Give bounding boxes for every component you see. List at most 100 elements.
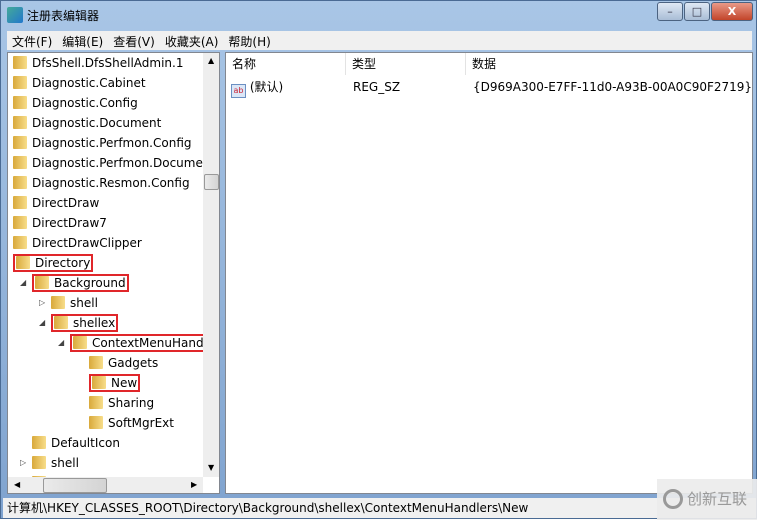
tree-item[interactable]: ◢ContextMenuHandle xyxy=(70,333,217,353)
minimize-button[interactable]: – xyxy=(657,2,683,21)
tree-item-label: shell xyxy=(51,456,79,470)
watermark-logo: 创新互联 xyxy=(657,479,757,520)
folder-icon xyxy=(16,256,30,269)
column-header-type[interactable]: 类型 xyxy=(346,53,466,75)
watermark-text: 创新互联 xyxy=(687,490,747,508)
tree-vertical-scrollbar[interactable]: ▲ ▼ xyxy=(203,53,220,477)
expand-arrow-icon[interactable]: ▷ xyxy=(20,453,26,473)
registry-tree: DfsShell.DfsShellAdmin.1 Diagnostic.Cabin… xyxy=(7,52,220,494)
tree-item-label: Diagnostic.Resmon.Config xyxy=(32,176,190,190)
tree-item-label: Diagnostic.Document xyxy=(32,116,161,130)
tree-item-label: Diagnostic.Config xyxy=(32,96,138,110)
scroll-down-arrow-icon[interactable]: ▼ xyxy=(208,463,214,472)
tree-item[interactable]: DefaultIcon xyxy=(32,433,120,453)
menu-bar: 文件(F) 编辑(E) 查看(V) 收藏夹(A) 帮助(H) xyxy=(7,31,752,50)
folder-icon xyxy=(54,316,68,329)
folder-icon xyxy=(51,296,65,309)
highlight-box: Directory xyxy=(13,254,93,272)
tree-item[interactable]: ▷shell xyxy=(32,453,79,473)
highlight-box: Background xyxy=(32,274,129,292)
tree-item[interactable]: Diagnostic.Config xyxy=(13,93,138,113)
registry-editor-window: 注册表编辑器 – □ X 文件(F) 编辑(E) 查看(V) 收藏夹(A) 帮助… xyxy=(0,0,757,519)
tree-item[interactable]: Diagnostic.Perfmon.Documen xyxy=(13,153,210,173)
folder-icon xyxy=(13,136,27,149)
scroll-right-arrow-icon[interactable]: ▶ xyxy=(191,480,197,489)
value-data: {D969A300-E7FF-11d0-A93B-00A0C90F2719} xyxy=(473,77,752,97)
tree-item[interactable]: ▷shell xyxy=(51,293,98,313)
folder-icon xyxy=(73,336,87,349)
vertical-scroll-thumb[interactable] xyxy=(204,174,219,190)
folder-icon xyxy=(13,236,27,249)
menu-view[interactable]: 查看(V) xyxy=(108,31,160,50)
tree-item-label: DirectDraw xyxy=(32,196,99,210)
string-value-icon: ab xyxy=(231,84,246,98)
regedit-icon xyxy=(7,7,23,23)
tree-item[interactable]: DfsShell.DfsShellAdmin.1 xyxy=(13,53,184,73)
tree-item-label: DfsShell.DfsShellAdmin.1 xyxy=(32,56,184,70)
maximize-button[interactable]: □ xyxy=(684,2,710,21)
folder-icon xyxy=(13,116,27,129)
status-bar-path: 计算机\HKEY_CLASSES_ROOT\Directory\Backgrou… xyxy=(3,498,756,518)
collapse-arrow-icon[interactable]: ◢ xyxy=(20,273,26,293)
tree-item[interactable]: Diagnostic.Cabinet xyxy=(13,73,146,93)
tree-item-label: New xyxy=(111,376,137,390)
folder-icon xyxy=(13,176,27,189)
tree-item[interactable]: ◢Directory xyxy=(13,253,93,273)
value-row[interactable]: ab (默认) REG_SZ {D969A300-E7FF-11d0-A93B-… xyxy=(231,77,751,97)
tree-item[interactable]: New xyxy=(89,373,140,393)
tree-item[interactable]: DirectDraw7 xyxy=(13,213,107,233)
horizontal-scroll-thumb[interactable] xyxy=(43,478,107,493)
menu-help[interactable]: 帮助(H) xyxy=(223,31,275,50)
folder-icon xyxy=(92,376,106,389)
tree-item[interactable]: ◢shellex xyxy=(51,313,118,333)
folder-icon xyxy=(32,436,46,449)
scroll-up-arrow-icon[interactable]: ▲ xyxy=(208,56,214,65)
expand-arrow-icon[interactable]: ▷ xyxy=(39,293,45,313)
folder-icon xyxy=(89,396,103,409)
folder-icon xyxy=(13,56,27,69)
tree-item[interactable]: DirectDraw xyxy=(13,193,99,213)
highlight-box: New xyxy=(89,374,140,392)
window-title: 注册表编辑器 xyxy=(27,7,99,24)
tree-item-label: ContextMenuHandle xyxy=(92,336,214,350)
tree-item-label: Diagnostic.Perfmon.Documen xyxy=(32,156,210,170)
tree-item-label: Background xyxy=(54,276,126,290)
tree-item-label: SoftMgrExt xyxy=(108,416,174,430)
tree-item[interactable]: Gadgets xyxy=(89,353,158,373)
folder-icon xyxy=(32,456,46,469)
tree-item-label: Diagnostic.Cabinet xyxy=(32,76,146,90)
folder-icon xyxy=(13,216,27,229)
menu-edit[interactable]: 编辑(E) xyxy=(57,31,108,50)
tree-item[interactable]: DirectDrawClipper xyxy=(13,233,142,253)
close-button[interactable]: X xyxy=(711,2,753,21)
tree-item-label: DefaultIcon xyxy=(51,436,120,450)
collapse-arrow-icon[interactable]: ◢ xyxy=(58,333,64,353)
tree-item[interactable]: Sharing xyxy=(89,393,154,413)
tree-item-label: shellex xyxy=(73,316,115,330)
tree-item-label: DirectDraw7 xyxy=(32,216,107,230)
tree-item[interactable]: Diagnostic.Perfmon.Config xyxy=(13,133,192,153)
scroll-left-arrow-icon[interactable]: ◀ xyxy=(14,480,20,489)
tree-horizontal-scrollbar[interactable]: ◀ ▶ xyxy=(8,477,203,494)
folder-icon xyxy=(13,76,27,89)
values-list: 名称 类型 数据 ab (默认) REG_SZ {D969A300-E7FF-1… xyxy=(225,52,753,494)
tree-item-label: shell xyxy=(70,296,98,310)
tree-item-label: Gadgets xyxy=(108,356,158,370)
collapse-arrow-icon[interactable]: ◢ xyxy=(39,313,45,333)
highlight-box: ContextMenuHandle xyxy=(70,334,217,352)
folder-icon xyxy=(89,416,103,429)
tree-item[interactable]: ◢Background xyxy=(32,273,129,293)
folder-icon xyxy=(13,156,27,169)
value-name: (默认) xyxy=(250,80,283,94)
tree-item-label: Directory xyxy=(35,256,90,270)
title-bar: 注册表编辑器 – □ X xyxy=(1,1,757,29)
menu-file[interactable]: 文件(F) xyxy=(7,31,57,50)
column-header-name[interactable]: 名称 xyxy=(226,53,346,75)
tree-item[interactable]: Diagnostic.Resmon.Config xyxy=(13,173,190,193)
menu-favorites[interactable]: 收藏夹(A) xyxy=(160,31,224,50)
tree-item[interactable]: Diagnostic.Document xyxy=(13,113,161,133)
column-header-data[interactable]: 数据 xyxy=(466,53,753,75)
tree-item-label: DirectDrawClipper xyxy=(32,236,142,250)
tree-item-label: Sharing xyxy=(108,396,154,410)
tree-item[interactable]: SoftMgrExt xyxy=(89,413,174,433)
